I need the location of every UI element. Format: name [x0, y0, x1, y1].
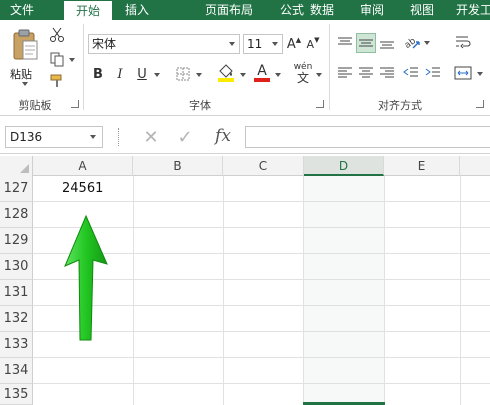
name-box[interactable]: D136 [5, 126, 103, 148]
column-header-e[interactable]: E [384, 156, 460, 176]
row-header-131[interactable]: 131 [0, 280, 33, 306]
grid-line [133, 176, 134, 405]
format-painter-icon[interactable] [48, 72, 66, 90]
orientation-dropdown-arrow[interactable] [424, 41, 430, 45]
grow-font-button[interactable]: A ▲ [286, 34, 302, 54]
borders-icon[interactable] [174, 64, 192, 84]
grid-line [33, 357, 490, 358]
font-dialog-launcher[interactable] [316, 100, 324, 108]
name-box-value: D136 [10, 130, 43, 144]
selected-column-highlight [304, 176, 384, 405]
merge-center-icon[interactable] [452, 63, 474, 83]
grid-line [33, 383, 490, 384]
ribbon-separator [83, 24, 84, 110]
shrink-font-icon: A [306, 37, 315, 51]
select-all-button[interactable] [0, 156, 33, 176]
fill-color-dropdown-arrow[interactable] [240, 73, 246, 77]
row-header-130[interactable]: 130 [0, 254, 33, 280]
align-bottom-icon[interactable] [378, 34, 396, 52]
phonetic-guide-button[interactable]: wén 文 [292, 62, 314, 84]
row-header-129[interactable]: 129 [0, 228, 33, 254]
green-arrow-annotation [64, 214, 108, 341]
font-color-icon: A [257, 63, 267, 79]
decrease-indent-icon[interactable] [402, 64, 420, 82]
bold-button[interactable]: B [90, 64, 106, 84]
paste-dropdown-arrow[interactable] [22, 82, 28, 86]
copy-icon[interactable] [48, 50, 66, 68]
row-header-134[interactable]: 134 [0, 358, 33, 384]
column-header-row: A B C D E [0, 156, 490, 176]
column-header-a[interactable]: A [33, 156, 133, 176]
font-color-button[interactable]: A [253, 62, 271, 84]
row-header-135[interactable]: 135 [0, 384, 33, 405]
orientation-icon[interactable]: ab [402, 32, 422, 52]
grid-line [303, 176, 304, 405]
font-name-value: 宋体 [92, 37, 117, 51]
row-header-133[interactable]: 133 [0, 332, 33, 358]
clipboard-dialog-launcher[interactable] [71, 100, 79, 108]
tab-insert[interactable]: 插入 [118, 0, 156, 20]
align-left-icon[interactable] [336, 64, 354, 82]
row-header-132[interactable]: 132 [0, 306, 33, 332]
cell-a127[interactable]: 24561 [62, 181, 103, 196]
grid-line [460, 176, 461, 405]
fill-color-icon[interactable] [216, 62, 236, 84]
insert-function-button[interactable]: fx [208, 124, 238, 148]
align-top-icon[interactable] [336, 34, 354, 52]
paste-icon[interactable] [8, 26, 42, 64]
font-size-value: 11 [247, 37, 263, 51]
enter-entry-icon[interactable]: ✓ [172, 126, 198, 148]
ribbon-home: 粘贴 剪贴板 宋体 11 A ▲ A ▼ B I U A wén 文 字体 ab… [0, 20, 490, 116]
borders-dropdown-arrow[interactable] [196, 73, 202, 77]
tab-view[interactable]: 视图 [400, 0, 444, 20]
align-center-icon[interactable] [357, 64, 375, 82]
alignment-group-label: 对齐方式 [378, 99, 422, 112]
font-group-label: 字体 [189, 99, 211, 112]
shrink-font-button[interactable]: A ▼ [305, 34, 321, 54]
row-header-128[interactable]: 128 [0, 202, 33, 228]
cancel-entry-icon[interactable]: ✕ [138, 126, 164, 148]
clipboard-group-label: 剪贴板 [18, 99, 52, 112]
ribbon-separator [329, 24, 330, 110]
ribbon-tab-bar: 文件 开始 插入 页面布局 公式 数据 审阅 视图 开发工 [0, 0, 490, 20]
merge-dropdown-arrow[interactable] [477, 72, 483, 76]
font-color-dropdown-arrow[interactable] [275, 73, 281, 77]
alignment-dialog-launcher[interactable] [476, 100, 484, 108]
tab-data[interactable]: 数据 [300, 0, 344, 20]
chevron-down-icon[interactable] [272, 42, 278, 46]
scissors-icon[interactable] [48, 26, 66, 44]
formula-bar-divider [118, 128, 120, 146]
grid-line [384, 176, 385, 405]
chevron-down-icon[interactable] [229, 42, 235, 46]
grid-line [33, 201, 490, 202]
align-right-icon[interactable] [378, 64, 396, 82]
formula-bar: D136 ✕ ✓ fx [0, 116, 490, 154]
font-size-combo[interactable]: 11 [243, 34, 283, 54]
font-name-combo[interactable]: 宋体 [88, 34, 240, 54]
chevron-down-icon[interactable] [90, 135, 96, 139]
italic-button[interactable]: I [112, 64, 128, 84]
underline-button[interactable]: U [134, 64, 150, 84]
grow-font-icon: A [286, 36, 296, 52]
underline-dropdown-arrow[interactable] [154, 73, 160, 77]
wrap-text-icon[interactable] [452, 32, 474, 52]
column-header-c[interactable]: C [223, 156, 304, 176]
tab-file[interactable]: 文件 [0, 0, 44, 20]
copy-dropdown-arrow[interactable] [69, 58, 75, 62]
svg-text:ab: ab [403, 36, 418, 51]
paste-label[interactable]: 粘贴 [10, 66, 32, 82]
phonetic-dropdown-arrow[interactable] [316, 73, 322, 77]
tab-home[interactable]: 开始 [64, 1, 112, 20]
formula-input[interactable] [245, 126, 490, 148]
column-header-d[interactable]: D [304, 156, 384, 176]
column-header-b[interactable]: B [133, 156, 223, 176]
increase-indent-icon[interactable] [424, 64, 442, 82]
row-header-127[interactable]: 127 [0, 176, 33, 202]
tab-developer[interactable]: 开发工 [452, 0, 490, 20]
align-middle-icon[interactable] [356, 33, 376, 53]
tab-page-layout[interactable]: 页面布局 [196, 0, 262, 20]
tab-review[interactable]: 审阅 [350, 0, 394, 20]
grid-line [223, 176, 224, 405]
